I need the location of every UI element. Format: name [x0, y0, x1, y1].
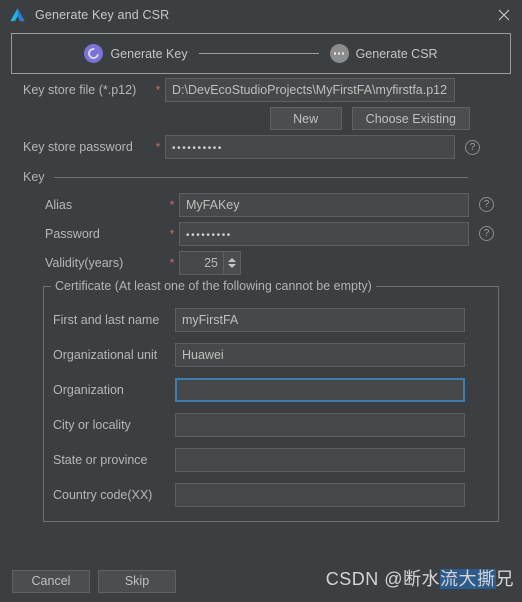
state-or-province-input[interactable]: [175, 447, 465, 472]
key-group-header: Key: [23, 169, 511, 185]
wizard-stepper: Generate Key Generate CSR: [11, 33, 511, 74]
organizational-unit-label: Organizational unit: [53, 347, 158, 362]
spinner-circle-icon: [84, 44, 104, 63]
deveco-studio-logo-icon: [10, 7, 25, 21]
city-or-locality-label: City or locality: [53, 417, 131, 432]
alias-help-icon[interactable]: ?: [479, 197, 494, 212]
key-store-password-input[interactable]: ••••••••••: [165, 135, 455, 159]
close-icon[interactable]: [495, 6, 513, 24]
validity-stepper-buttons: [223, 251, 240, 274]
row-key-store-password: Key store password * •••••••••• ?: [11, 130, 511, 159]
certificate-group-legend: Certificate (At least one of the followi…: [51, 279, 376, 293]
new-button[interactable]: New: [269, 107, 342, 130]
row-first-and-last-name: First and last name myFirstFA: [53, 302, 489, 337]
key-store-file-required: *: [155, 82, 161, 97]
key-group: Key Alias * MyFAKey ? Password * •••••••…: [11, 169, 511, 277]
organization-label: Organization: [53, 382, 124, 397]
validity-label: Validity(years): [45, 255, 124, 270]
key-store-file-actions: New Choose Existing: [11, 100, 511, 130]
key-store-password-help-icon[interactable]: ?: [465, 139, 480, 155]
ellipsis-circle-icon: [329, 44, 349, 63]
validity-input[interactable]: 25: [180, 252, 223, 274]
row-validity: Validity(years) * 25: [45, 248, 511, 277]
title-bar: Generate Key and CSR: [0, 0, 522, 30]
step-generate-csr-label: Generate CSR: [355, 46, 438, 61]
alias-required: *: [169, 197, 175, 212]
row-organization: Organization: [53, 372, 489, 407]
skip-button[interactable]: Skip: [98, 569, 176, 593]
first-and-last-name-input[interactable]: myFirstFA: [175, 307, 465, 332]
key-group-title: Key: [23, 170, 45, 184]
form-body: Key store file (*.p12) * D:\DevEcoStudio…: [0, 74, 522, 522]
choose-existing-button[interactable]: Choose Existing: [351, 107, 470, 130]
step-generate-key[interactable]: Generate Key: [84, 44, 188, 63]
row-city-or-locality: City or locality: [53, 407, 489, 442]
alias-label: Alias: [45, 197, 73, 212]
row-key-password: Password * ••••••••• ?: [45, 219, 511, 248]
alias-input[interactable]: MyFAKey: [179, 192, 469, 217]
key-password-help-icon[interactable]: ?: [479, 226, 494, 241]
key-store-file-label: Key store file (*.p12): [23, 82, 137, 97]
key-store-password-label: Key store password: [23, 140, 133, 154]
cancel-button[interactable]: Cancel: [12, 569, 90, 593]
dialog-footer: Cancel Skip: [0, 560, 522, 602]
first-and-last-name-label: First and last name: [53, 312, 160, 327]
row-alias: Alias * MyFAKey ?: [45, 190, 511, 219]
key-password-input[interactable]: •••••••••: [179, 221, 469, 246]
country-code-label: Country code(XX): [53, 487, 153, 502]
validity-required: *: [169, 255, 175, 270]
row-state-or-province: State or province: [53, 442, 489, 477]
close-glyph: [498, 9, 510, 21]
row-country-code: Country code(XX): [53, 477, 489, 512]
city-or-locality-input[interactable]: [175, 412, 465, 437]
key-store-file-input[interactable]: D:\DevEcoStudioProjects\MyFirstFA\myfirs…: [165, 77, 455, 102]
step-generate-key-label: Generate Key: [110, 46, 188, 61]
key-store-password-required: *: [155, 140, 161, 154]
row-key-store-file: Key store file (*.p12) * D:\DevEcoStudio…: [11, 74, 511, 102]
chevron-down-icon[interactable]: [228, 263, 236, 268]
stepper-connector: [198, 53, 319, 54]
key-password-required: *: [169, 226, 175, 241]
validity-stepper[interactable]: 25: [179, 250, 241, 275]
certificate-group: Certificate (At least one of the followi…: [43, 279, 499, 522]
organization-input[interactable]: [175, 377, 465, 402]
key-group-rows: Alias * MyFAKey ? Password * ••••••••• ?…: [23, 185, 511, 277]
chevron-up-icon[interactable]: [228, 257, 236, 262]
country-code-input[interactable]: [175, 482, 465, 507]
step-generate-csr[interactable]: Generate CSR: [329, 44, 438, 63]
key-group-divider: [53, 176, 468, 178]
state-or-province-label: State or province: [53, 452, 148, 467]
row-organizational-unit: Organizational unit Huawei: [53, 337, 489, 372]
organizational-unit-input[interactable]: Huawei: [175, 342, 465, 367]
key-password-label: Password: [45, 226, 100, 241]
window-title: Generate Key and CSR: [35, 8, 170, 22]
